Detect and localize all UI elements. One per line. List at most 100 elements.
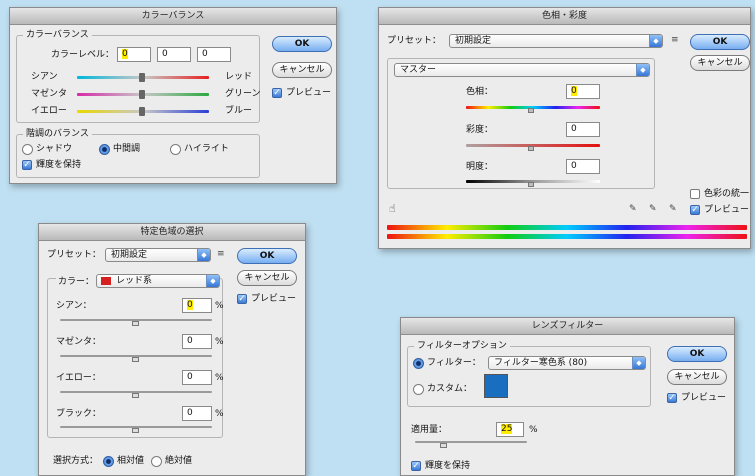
- highlights-radio[interactable]: [170, 144, 181, 155]
- yellow-thumb[interactable]: [132, 393, 139, 398]
- tone-balance-group: 階調のバランス シャドウ 中間調 ハイライト ✓ 輝度を保持: [16, 128, 260, 178]
- hue-saturation-title: 色相・彩度: [379, 8, 750, 25]
- color-level-field-1[interactable]: 0: [117, 47, 151, 62]
- yellow-blue-thumb[interactable]: [139, 107, 145, 116]
- preset-options-icon[interactable]: ≡: [671, 35, 679, 45]
- green-label: グリーン: [225, 89, 261, 99]
- lightness-field[interactable]: 0: [566, 159, 600, 174]
- shadows-radio[interactable]: [22, 144, 33, 155]
- black-field[interactable]: 0: [182, 406, 212, 421]
- eyedropper-plus-icon[interactable]: ✎: [649, 204, 657, 214]
- cyan-red-thumb[interactable]: [139, 73, 145, 82]
- saturation-label: 彩度：: [466, 125, 494, 135]
- preserve-luminosity-label: 輝度を保持: [425, 461, 471, 471]
- targeted-adjustment-hand-icon[interactable]: ☝: [389, 203, 396, 214]
- cancel-button[interactable]: キャンセル: [237, 270, 297, 286]
- magenta-field[interactable]: 0: [182, 334, 212, 349]
- magenta-label: マゼンタ：: [56, 337, 102, 347]
- absolute-label: 絶対値: [165, 456, 193, 466]
- shadows-label: シャドウ: [36, 144, 73, 154]
- saturation-field[interactable]: 0: [566, 122, 600, 137]
- cancel-button[interactable]: キャンセル: [690, 55, 750, 71]
- saturation-thumb[interactable]: [528, 146, 534, 151]
- relative-radio[interactable]: [103, 456, 114, 467]
- preview-checkbox[interactable]: ✓: [667, 393, 677, 403]
- filter-options-title: フィルターオプション: [414, 340, 510, 352]
- output-hue-bar: [387, 234, 747, 239]
- preview-label: プレビュー: [286, 88, 332, 98]
- midtones-radio[interactable]: [99, 144, 110, 155]
- preset-options-icon[interactable]: ≡: [217, 249, 225, 259]
- color-level-label: カラーレベル：: [51, 50, 115, 60]
- density-label: 適用量：: [411, 425, 448, 435]
- cyan-field[interactable]: 0: [182, 298, 212, 313]
- color-select[interactable]: レッド系 ◆: [96, 274, 220, 288]
- hue-field[interactable]: 0: [566, 84, 600, 99]
- chevron-updown-icon: ◆: [206, 275, 219, 287]
- cancel-button[interactable]: キャンセル: [667, 369, 727, 385]
- black-label: ブラック：: [56, 409, 102, 419]
- relative-label: 相対値: [117, 456, 145, 466]
- ok-button[interactable]: OK: [667, 346, 727, 362]
- chevron-updown-icon: ◆: [632, 357, 645, 369]
- yellow-field[interactable]: 0: [182, 370, 212, 385]
- hue-thumb[interactable]: [528, 108, 534, 113]
- custom-color-swatch[interactable]: [484, 374, 508, 398]
- color-level-field-2[interactable]: 0: [157, 47, 191, 62]
- lightness-thumb[interactable]: [528, 182, 534, 187]
- selective-color-dialog: 特定色域の選択 プリセット： 初期設定 ◆ ≡ OK キャンセル ✓ プレビュー…: [38, 223, 306, 476]
- filter-select[interactable]: フィルター寒色系 (80) ◆: [488, 356, 646, 370]
- cyan-unit: %: [215, 301, 224, 311]
- chevron-updown-icon: ◆: [649, 35, 662, 47]
- cyan-label: シアン: [31, 72, 58, 82]
- filter-radio[interactable]: [413, 358, 424, 369]
- preview-label: プレビュー: [704, 205, 750, 215]
- density-field[interactable]: 25: [496, 422, 524, 437]
- eyedropper-minus-icon[interactable]: ✎: [669, 204, 677, 214]
- hue-saturation-dialog: 色相・彩度 プリセット： 初期設定 ◆ ≡ OK キャンセル マスター ◆ 色相…: [378, 7, 751, 249]
- density-thumb[interactable]: [440, 443, 447, 448]
- eyedropper-icon[interactable]: ✎: [629, 204, 637, 214]
- cyan-thumb[interactable]: [132, 321, 139, 326]
- magenta-thumb[interactable]: [132, 357, 139, 362]
- colorize-checkbox[interactable]: [690, 189, 700, 199]
- hue-saturation-group: マスター ◆ 色相： 0 彩度： 0 明度： 0: [387, 58, 655, 189]
- black-thumb[interactable]: [132, 428, 139, 433]
- preserve-luminosity-checkbox[interactable]: ✓: [411, 461, 421, 471]
- color-level-field-3[interactable]: 0: [197, 47, 231, 62]
- yellow-unit: %: [215, 373, 224, 383]
- filter-label: フィルター：: [427, 358, 481, 368]
- magenta-green-thumb[interactable]: [139, 90, 145, 99]
- ok-button[interactable]: OK: [272, 36, 332, 52]
- ok-button[interactable]: OK: [237, 248, 297, 264]
- preview-label: プレビュー: [681, 393, 727, 403]
- filter-options-group: フィルターオプション フィルター： フィルター寒色系 (80) ◆ カスタム：: [407, 340, 651, 407]
- ok-button[interactable]: OK: [690, 34, 750, 50]
- magenta-label: マゼンタ: [31, 89, 68, 99]
- cancel-button[interactable]: キャンセル: [272, 62, 332, 78]
- magenta-unit: %: [215, 337, 224, 347]
- midtones-label: 中間調: [113, 144, 141, 154]
- hue-label: 色相：: [466, 87, 494, 97]
- preset-select[interactable]: 初期設定 ◆: [105, 248, 211, 262]
- preview-checkbox[interactable]: ✓: [272, 88, 282, 98]
- color-balance-group: カラーバランス カラーレベル： 0 0 0 シアン レッド マゼンタ グリーン …: [16, 29, 261, 123]
- cyan-label: シアン：: [56, 301, 92, 311]
- yellow-label: イエロー: [31, 106, 67, 116]
- density-slider[interactable]: [415, 441, 527, 443]
- preserve-luminosity-checkbox[interactable]: ✓: [22, 160, 32, 170]
- density-unit: %: [529, 425, 538, 435]
- photo-filter-title: レンズフィルター: [401, 318, 734, 335]
- channel-select[interactable]: マスター ◆: [394, 63, 650, 77]
- highlights-label: ハイライト: [184, 144, 229, 154]
- preview-checkbox[interactable]: ✓: [690, 205, 700, 215]
- preset-label: プリセット：: [387, 36, 442, 46]
- preview-checkbox[interactable]: ✓: [237, 294, 247, 304]
- yellow-label: イエロー：: [56, 373, 101, 383]
- color-balance-title: カラーバランス: [10, 8, 336, 25]
- selective-color-group: カラー： レッド系 ◆ シアン： 0 % マゼンタ： 0 % イエロー： 0 %…: [47, 274, 224, 438]
- absolute-radio[interactable]: [151, 456, 162, 467]
- custom-radio[interactable]: [413, 384, 424, 395]
- black-unit: %: [215, 409, 224, 419]
- preset-select[interactable]: 初期設定 ◆: [449, 34, 663, 48]
